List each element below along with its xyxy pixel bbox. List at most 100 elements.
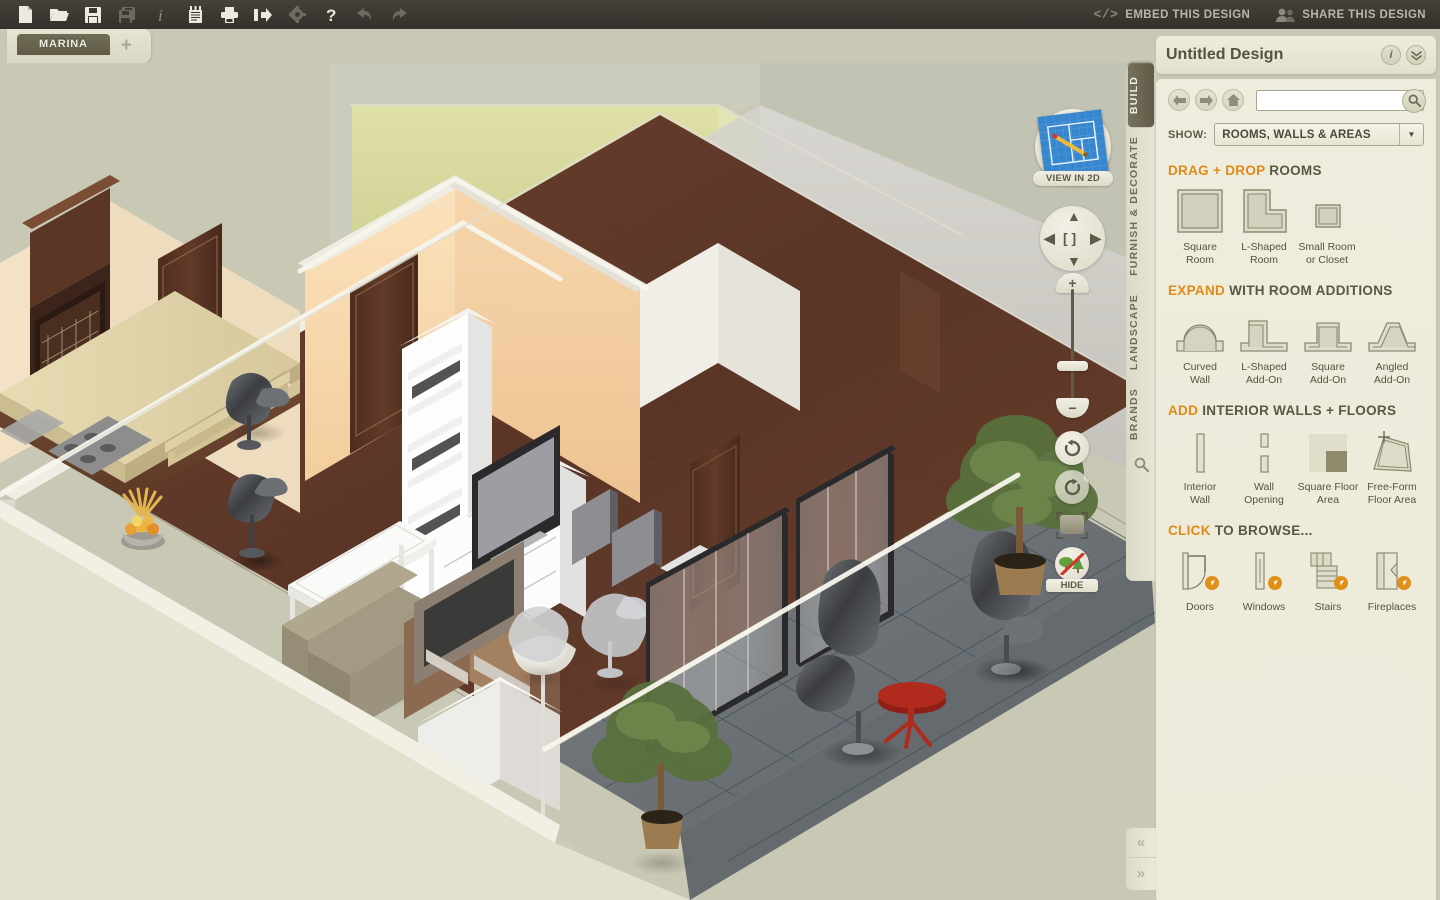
rotate-cw-icon xyxy=(1064,478,1080,495)
info-icon[interactable]: i xyxy=(144,0,178,29)
catalog-item-label: Small Room or Closet xyxy=(1298,241,1356,266)
square-add-on-icon xyxy=(1296,305,1360,357)
section-click-to-browse: CLICK TO BROWSE... Doors Windows Stairs … xyxy=(1168,523,1424,614)
code-brackets-icon: </> xyxy=(1093,7,1119,22)
catalog-item-curved-wall[interactable]: Curved Wall xyxy=(1168,305,1232,386)
share-design-label: SHARE THIS DESIGN xyxy=(1302,8,1426,21)
arrow-left-icon xyxy=(1172,94,1186,106)
interior-wall-icon xyxy=(1168,425,1232,477)
collapse-left-button[interactable]: « xyxy=(1126,828,1156,858)
l-shaped-room-icon xyxy=(1232,185,1296,237)
hide-plants-label[interactable]: HIDE xyxy=(1046,579,1098,592)
section-title-rest: WITH ROOM ADDITIONS xyxy=(1229,283,1393,298)
save-as-icon[interactable] xyxy=(110,0,144,29)
section-items: Interior Wall Wall Opening Square Floor … xyxy=(1168,425,1424,506)
document-tab-marina[interactable]: MARINA xyxy=(17,34,110,55)
catalog-forward-button[interactable] xyxy=(1195,89,1217,111)
catalog-home-button[interactable] xyxy=(1222,89,1244,111)
snapshot-button[interactable] xyxy=(1055,511,1089,541)
camera-nav-pad[interactable]: ▲ ▼ ◀ ▶ [ ] xyxy=(1040,206,1105,271)
rail-tab-landscape[interactable]: LANDSCAPE xyxy=(1128,285,1154,379)
rail-tab-brands[interactable]: BRANDS xyxy=(1128,379,1154,449)
catalog-item-label: Angled Add-On xyxy=(1373,361,1411,386)
catalog-item-l-shaped-room[interactable]: L-Shaped Room xyxy=(1232,185,1296,266)
search-icon xyxy=(1408,94,1421,107)
rotate-left-button[interactable] xyxy=(1055,431,1089,465)
section-title-accent: ADD xyxy=(1168,403,1199,418)
design-info-button[interactable]: i xyxy=(1381,45,1401,65)
chevron-down-icon[interactable]: ▼ xyxy=(1399,124,1423,145)
rail-tab-furnish-decorate[interactable]: FURNISH & DECORATE xyxy=(1128,127,1154,285)
add-tab-button[interactable]: + xyxy=(116,34,137,55)
catalog-item-l-shaped-add-on[interactable]: L-Shaped Add-On xyxy=(1232,305,1296,386)
rotate-right-button[interactable] xyxy=(1055,470,1089,504)
catalog-item-stairs[interactable]: Stairs xyxy=(1296,545,1360,614)
undo-icon[interactable] xyxy=(348,0,382,29)
search-submit-button[interactable] xyxy=(1402,88,1426,113)
catalog-item-square-room[interactable]: Square Room xyxy=(1168,185,1232,266)
square-room-icon xyxy=(1168,185,1232,237)
square-floor-area-icon xyxy=(1296,425,1360,477)
share-design-button[interactable]: SHARE THIS DESIGN xyxy=(1276,8,1426,22)
catalog-item-square-add-on[interactable]: Square Add-On xyxy=(1296,305,1360,386)
design-canvas-3d[interactable]: VIEW IN 2D ▲ ▼ ◀ ▶ [ ] + − HIDE xyxy=(0,63,1155,900)
section-title-rest: TO BROWSE... xyxy=(1214,523,1313,538)
hide-plants-toggle[interactable] xyxy=(1055,547,1089,581)
catalog-item-label: Wall Opening xyxy=(1244,481,1284,506)
zoom-slider[interactable]: + − xyxy=(1056,273,1089,418)
people-icon xyxy=(1276,8,1295,22)
embed-design-button[interactable]: </> EMBED THIS DESIGN xyxy=(1094,7,1251,22)
section-title: DRAG + DROP ROOMS xyxy=(1168,163,1424,178)
panel-collapse-button[interactable] xyxy=(1406,45,1426,65)
catalog-item-label: Curved Wall xyxy=(1183,361,1217,386)
section-room-additions: EXPAND WITH ROOM ADDITIONS Curved Wall L… xyxy=(1168,283,1424,386)
catalog-back-button[interactable] xyxy=(1168,89,1190,111)
new-document-icon[interactable] xyxy=(8,0,42,29)
catalog-item-square-floor-area[interactable]: Square Floor Area xyxy=(1296,425,1360,506)
print-icon[interactable] xyxy=(212,0,246,29)
arrow-right-icon xyxy=(1199,94,1213,106)
notes-icon[interactable] xyxy=(178,0,212,29)
catalog-nav-row xyxy=(1168,88,1426,113)
zoom-track[interactable] xyxy=(1071,289,1074,403)
nav-up-arrow[interactable]: ▲ xyxy=(1067,208,1081,224)
show-filter-select[interactable]: ROOMS, WALLS & AREAS ▼ xyxy=(1214,123,1424,146)
tab-group: MARINA + xyxy=(7,29,151,63)
redo-icon[interactable] xyxy=(382,0,416,29)
zoom-out-button[interactable]: − xyxy=(1056,398,1089,418)
catalog-item-fireplaces[interactable]: Fireplaces xyxy=(1360,545,1424,614)
crop-marks-icon xyxy=(1056,512,1088,539)
catalog-item-doors[interactable]: Doors xyxy=(1168,545,1232,614)
nav-left-arrow[interactable]: ◀ xyxy=(1044,230,1055,247)
free-form-floor-area-icon xyxy=(1360,425,1424,477)
nav-down-arrow[interactable]: ▼ xyxy=(1067,253,1081,269)
settings-gear-icon[interactable] xyxy=(280,0,314,29)
collapse-right-button[interactable]: » xyxy=(1126,858,1156,888)
zoom-handle[interactable] xyxy=(1057,361,1088,371)
section-title-rest: ROOMS xyxy=(1269,163,1322,178)
view-in-2d-label[interactable]: VIEW IN 2D xyxy=(1033,171,1113,186)
fireplace-icon xyxy=(1360,545,1424,597)
nav-right-arrow[interactable]: ▶ xyxy=(1090,230,1101,247)
catalog-item-label: Fireplaces xyxy=(1367,601,1417,613)
rail-search-button[interactable] xyxy=(1126,449,1156,477)
catalog-item-interior-wall[interactable]: Interior Wall xyxy=(1168,425,1232,506)
wall-opening-icon xyxy=(1232,425,1296,477)
panel-header: Untitled Design i xyxy=(1156,36,1436,74)
nav-center-fit[interactable]: [ ] xyxy=(1063,230,1076,246)
catalog-item-angled-add-on[interactable]: Angled Add-On xyxy=(1360,305,1424,386)
export-icon[interactable] xyxy=(246,0,280,29)
catalog-item-windows[interactable]: Windows xyxy=(1232,545,1296,614)
catalog-item-small-room-or-closet[interactable]: Small Room or Closet xyxy=(1296,185,1358,266)
open-folder-icon[interactable] xyxy=(42,0,76,29)
rail-tab-build[interactable]: BUILD xyxy=(1128,63,1154,128)
catalog-item-wall-opening[interactable]: Wall Opening xyxy=(1232,425,1296,506)
help-icon[interactable]: ? xyxy=(314,0,348,29)
toolbar-right-actions: </> EMBED THIS DESIGN SHARE THIS DESIGN xyxy=(1068,7,1440,22)
save-icon[interactable] xyxy=(76,0,110,29)
floorplan-thumbnail-image xyxy=(1037,109,1109,179)
search-input[interactable] xyxy=(1256,89,1424,111)
section-items: Curved Wall L-Shaped Add-On Square Add-O… xyxy=(1168,305,1424,386)
section-title: CLICK TO BROWSE... xyxy=(1168,523,1424,538)
catalog-item-free-form-floor-area[interactable]: Free-Form Floor Area xyxy=(1360,425,1424,506)
